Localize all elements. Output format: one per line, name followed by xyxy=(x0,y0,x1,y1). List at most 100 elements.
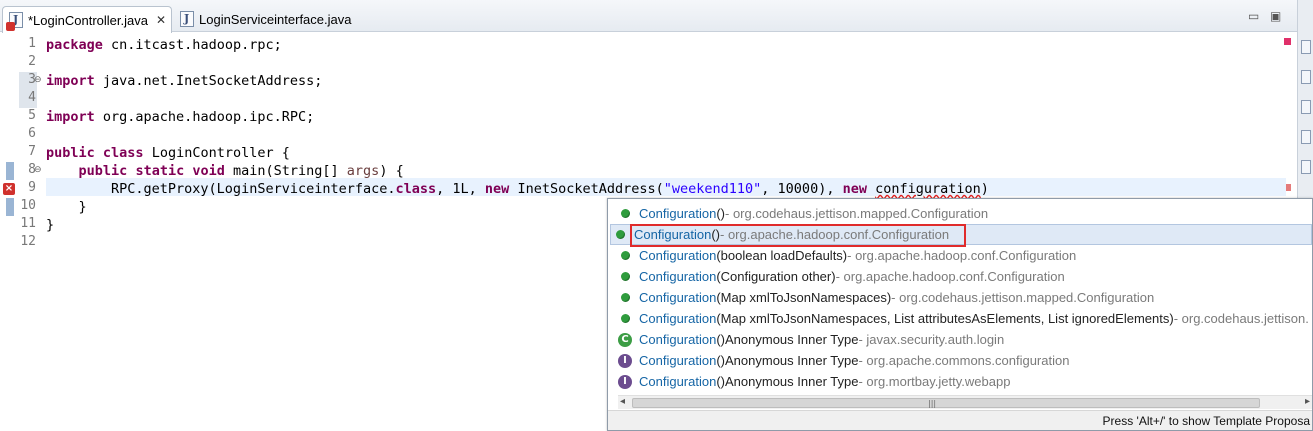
scrollbar-thumb[interactable]: ||| xyxy=(632,398,1260,408)
proposal-package: - org.mortbay.jetty.webapp xyxy=(858,374,1011,389)
code-text: RPC.getProxy(LoginServiceinterface. xyxy=(46,181,396,197)
editor-tab-bar: J *LoginController.java ✕ J LoginService… xyxy=(0,0,1297,33)
proposal-name: Configuration xyxy=(639,311,717,326)
proposal-signature: () xyxy=(716,206,725,221)
code-text: , 10000), xyxy=(761,181,843,197)
view-icon[interactable] xyxy=(1301,100,1311,114)
proposal-item[interactable]: C Configuration() Anonymous Inner Type - … xyxy=(616,329,1004,350)
proposal-signature: (Map xmlToJsonNamespaces) xyxy=(716,290,892,305)
code-line[interactable]: } xyxy=(46,198,87,216)
proposal-item[interactable]: Configuration (boolean loadDefaults) - or… xyxy=(616,245,1076,266)
code-text: LoginController { xyxy=(143,145,290,161)
proposal-signature: () xyxy=(716,332,725,347)
line-number: 9 xyxy=(28,180,36,195)
proposal-signature: () xyxy=(716,353,725,368)
keyword: class xyxy=(102,145,144,161)
proposal-item[interactable]: Configuration (Map xmlToJsonNamespaces, L… xyxy=(616,308,1309,329)
proposal-item[interactable]: Configuration() - org.codehaus.jettison.… xyxy=(616,203,988,224)
proposal-signature: (Map xmlToJsonNamespaces, List attribute… xyxy=(716,311,1174,326)
proposal-name: Configuration xyxy=(639,269,717,284)
template-hint: Press 'Alt+/' to show Template Proposa xyxy=(1102,414,1310,428)
proposal-item[interactable]: I Configuration() Anonymous Inner Type - … xyxy=(616,350,1069,371)
scroll-left-icon[interactable]: ◂ xyxy=(620,396,625,407)
tab-login-controller[interactable]: J *LoginController.java ✕ xyxy=(2,6,172,33)
view-icon[interactable] xyxy=(1301,130,1311,144)
proposal-item[interactable]: Configuration (Configuration other) - org… xyxy=(616,266,1065,287)
close-tab-icon[interactable]: ✕ xyxy=(156,13,166,27)
code-text: InetSocketAddress( xyxy=(509,181,664,197)
interface-icon: I xyxy=(618,374,632,389)
view-icon[interactable] xyxy=(1301,160,1311,174)
maximize-icon[interactable]: ▣ xyxy=(1270,9,1281,23)
code-line[interactable]: import java.net.InetSocketAddress; xyxy=(46,72,322,90)
keyword: new xyxy=(484,181,510,197)
horizontal-scrollbar[interactable]: ◂ ||| ▸ xyxy=(618,395,1312,409)
view-icon[interactable] xyxy=(1301,70,1311,84)
code-line[interactable]: public static void main(String[] args) { xyxy=(46,162,404,180)
proposal-signature: (Configuration other) xyxy=(716,269,836,284)
line-number: 6 xyxy=(28,126,36,141)
line-number: 5 xyxy=(28,108,36,123)
line-number: 7 xyxy=(28,144,36,159)
proposal-name: Configuration xyxy=(639,353,717,368)
tab-login-service-interface[interactable]: J LoginServiceinterface.java xyxy=(174,6,379,32)
keyword: public xyxy=(78,163,128,179)
public-method-icon xyxy=(616,230,625,239)
proposal-name: Configuration xyxy=(639,332,717,347)
proposal-name: Configuration xyxy=(639,290,717,305)
keyword: package xyxy=(46,37,103,53)
code-text: cn.itcast.hadoop.rpc; xyxy=(102,37,282,53)
string-literal: "weekend110" xyxy=(663,181,762,197)
code-line[interactable]: RPC.getProxy(LoginServiceinterface.class… xyxy=(46,180,989,198)
proposal-name: Configuration xyxy=(639,248,717,263)
code-line[interactable]: } xyxy=(46,216,54,234)
proposal-package: - javax.security.auth.login xyxy=(858,332,1005,347)
keyword: static xyxy=(135,163,185,179)
keyword: class xyxy=(395,181,437,197)
line-number: 2 xyxy=(28,54,36,69)
java-file-icon: J xyxy=(180,11,194,27)
proposal-signature: (boolean loadDefaults) xyxy=(716,248,848,263)
keyword: void xyxy=(192,163,225,179)
proposal-package: - org.codehaus.jettison.mapped.Configura… xyxy=(891,290,1155,305)
code-text: main(String[] xyxy=(224,163,347,179)
proposal-detail: Anonymous Inner Type xyxy=(725,353,859,368)
scroll-right-icon[interactable]: ▸ xyxy=(1305,396,1310,407)
line-number: 8 xyxy=(28,162,36,177)
interface-icon: I xyxy=(618,353,632,368)
keyword: new xyxy=(842,181,867,197)
proposal-package: - org.codehaus.jettison. xyxy=(1173,311,1309,326)
keyword: import xyxy=(46,109,95,125)
proposal-name: Configuration xyxy=(639,374,717,389)
ruler-error-mark[interactable] xyxy=(1284,38,1291,45)
keyword: import xyxy=(46,73,95,89)
line-number: 11 xyxy=(20,216,36,231)
public-method-icon xyxy=(621,314,630,323)
code-text: java.net.InetSocketAddress; xyxy=(94,73,323,89)
line-number: 3 xyxy=(28,72,36,87)
code-text: } xyxy=(46,199,87,215)
minimize-icon[interactable]: ▭ xyxy=(1248,9,1259,23)
line-number: 4 xyxy=(28,90,36,105)
change-marker xyxy=(6,198,14,216)
code-line[interactable]: public class LoginController { xyxy=(46,144,290,162)
proposal-item[interactable]: I Configuration() Anonymous Inner Type - … xyxy=(616,371,1010,392)
java-file-error-icon: J xyxy=(6,12,23,31)
grip-icon: ||| xyxy=(928,399,937,408)
code-line[interactable]: import org.apache.hadoop.ipc.RPC; xyxy=(46,108,314,126)
code-text: , 1L, xyxy=(436,181,485,197)
tab-label: *LoginController.java xyxy=(28,12,148,28)
public-method-icon xyxy=(621,251,630,260)
code-line[interactable]: package cn.itcast.hadoop.rpc; xyxy=(46,36,282,54)
parameter: args xyxy=(346,163,380,179)
code-text: ) xyxy=(980,181,989,197)
tab-label: LoginServiceinterface.java xyxy=(199,11,352,27)
public-method-icon xyxy=(621,293,630,302)
proposal-detail: Anonymous Inner Type xyxy=(725,374,859,389)
view-icon[interactable] xyxy=(1301,40,1311,54)
error-icon: × xyxy=(3,183,15,195)
proposal-item[interactable]: Configuration (Map xmlToJsonNamespaces) -… xyxy=(616,287,1154,308)
line-number: 12 xyxy=(20,234,36,249)
code-text: } xyxy=(46,217,55,233)
